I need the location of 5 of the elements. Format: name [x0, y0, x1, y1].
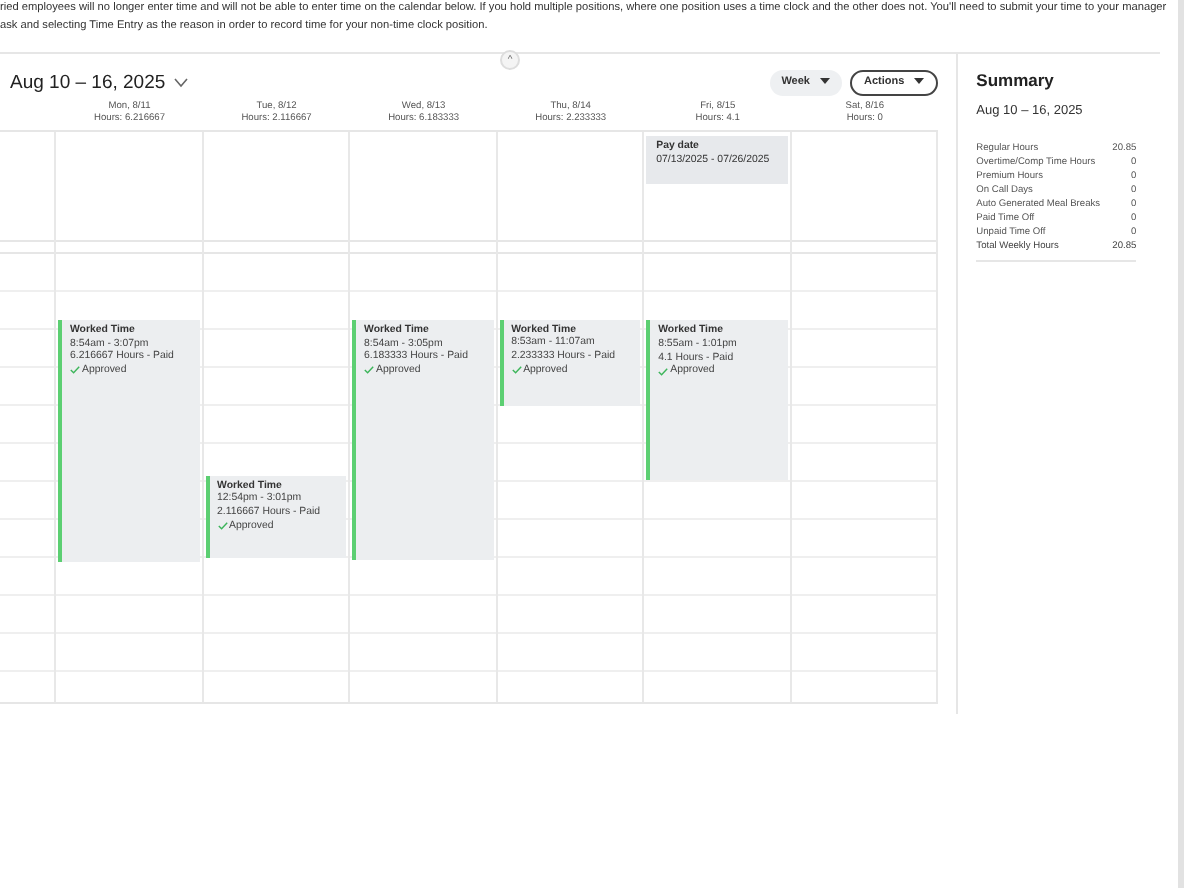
summary-title: Summary — [976, 70, 1056, 90]
caret-icon — [914, 78, 925, 86]
chevron-down-icon[interactable] — [173, 77, 188, 87]
date-range[interactable]: Aug 10 – 16, 2025 — [10, 71, 166, 93]
caret-icon — [820, 78, 830, 86]
